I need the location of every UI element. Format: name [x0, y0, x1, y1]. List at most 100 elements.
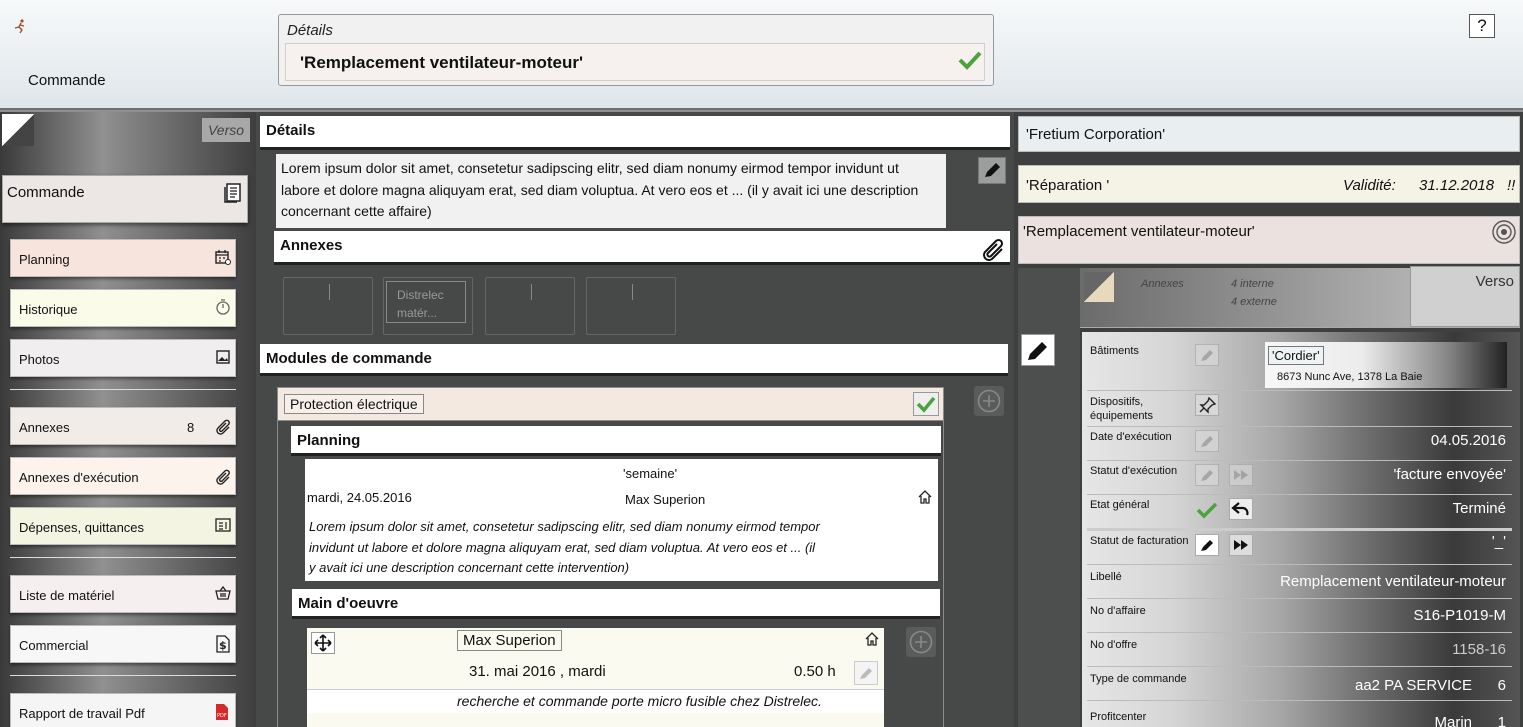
annexes-section-title: Annexes: [280, 237, 343, 254]
annexe-thumbnail[interactable]: [485, 277, 575, 335]
order-type-value: aa2 PA SERVICE: [1354, 677, 1472, 694]
svg-text:PDF: PDF: [217, 713, 227, 719]
module-name[interactable]: Protection électrique: [284, 394, 424, 414]
labour-person[interactable]: Max Superion: [457, 630, 562, 651]
property-label: Libellé: [1090, 571, 1122, 583]
sidebar-item-photos[interactable]: Photos: [10, 339, 236, 377]
property-row-date-execution: Date d'exécution 04.05.2016: [1087, 426, 1512, 460]
planning-section-title: Planning: [297, 432, 361, 449]
paperclip-icon: [215, 467, 233, 485]
dollar-doc-icon: $: [215, 635, 231, 653]
order-type-card[interactable]: 'Réparation ' Validité: 31.12.2018 !!: [1018, 165, 1520, 203]
details-section-header: Détails: [260, 116, 1010, 150]
add-module-button[interactable]: [974, 386, 1004, 416]
annexes-section-header: Annexes: [274, 231, 1010, 265]
sidebar-item-liste-materiel[interactable]: Liste de matériel: [10, 575, 236, 613]
target-icon[interactable]: [1491, 219, 1517, 245]
move-icon[interactable]: [311, 632, 335, 654]
property-row-type-commande: Type de commande aa2 PA SERVICE 6: [1087, 666, 1512, 700]
svg-text:$: $: [219, 639, 227, 652]
property-label: Type de commande: [1090, 673, 1187, 685]
labour-date: 31. mai 2016 , mardi: [469, 663, 606, 680]
module-check-icon[interactable]: [913, 392, 939, 416]
basket-icon: [215, 585, 231, 601]
property-label: Statut d'exécution: [1090, 465, 1178, 477]
edit-status-button[interactable]: [1195, 464, 1219, 486]
sidebar-separator: [10, 557, 236, 558]
edit-building-button[interactable]: [1195, 344, 1219, 366]
details-section-title: Détails: [266, 122, 316, 139]
annexe-thumbnail[interactable]: [283, 277, 373, 335]
commande-card-label: Commande: [7, 184, 85, 201]
edit-order-button[interactable]: [1021, 334, 1055, 366]
annexe-thumbnail[interactable]: [586, 277, 676, 335]
fast-forward-icon[interactable]: [1229, 464, 1253, 486]
planning-week: 'semaine': [623, 466, 678, 481]
annexes-count: 8: [187, 420, 195, 435]
edit-labour-button[interactable]: [854, 661, 878, 685]
sidebar-item-annexes-execution[interactable]: Annexes d'exécution: [10, 457, 236, 495]
stopwatch-icon: [215, 299, 231, 315]
property-row-libelle: Libellé Remplacement ventilateur-moteur: [1087, 564, 1512, 598]
verso-button[interactable]: Verso: [202, 118, 250, 142]
general-state: Terminé: [1452, 500, 1506, 517]
commande-card[interactable]: Commande: [2, 175, 248, 223]
labour-entry[interactable]: Max Superion 31. mai 2016 , mardi 0.50 h…: [307, 628, 884, 727]
property-label: Dispositifs, équipements: [1090, 396, 1153, 422]
affaire-number: S16-P1019-M: [1413, 607, 1506, 624]
edit-billing-button[interactable]: [1195, 534, 1219, 556]
sidebar-item-label: Photos: [19, 352, 60, 367]
details-label: Détails: [287, 22, 333, 39]
building-card[interactable]: 'Cordier' 8673 Nunc Ave, 1378 La Baie: [1265, 342, 1507, 388]
property-row-batiments: Bâtiments 'Cordier' 8673 Nunc Ave, 1378 …: [1087, 338, 1512, 390]
sidebar-item-commercial[interactable]: Commercial $: [10, 625, 236, 663]
runner-logo-icon: [13, 18, 29, 34]
labour-hours: 0.50 h: [794, 663, 836, 680]
paperclip-icon[interactable]: [980, 234, 1008, 262]
planning-section-header: Planning: [291, 426, 941, 456]
undo-icon[interactable]: [1229, 498, 1253, 520]
help-button[interactable]: ?: [1469, 14, 1495, 38]
sidebar-item-label: Rapport de travail Pdf: [19, 706, 145, 721]
order-type-number: 6: [1497, 677, 1506, 694]
sidebar-separator: [10, 675, 236, 676]
property-label: Statut de facturation: [1090, 535, 1189, 547]
property-row-no-offre: No d'offre 1158-16: [1087, 632, 1512, 666]
module-header: Protection électrique: [277, 387, 944, 421]
sidebar-item-rapport-pdf[interactable]: Rapport de travail Pdf PDF: [10, 693, 236, 727]
planning-date: mardi, 24.05.2016: [307, 490, 412, 505]
home-icon: [917, 489, 933, 505]
verso-button[interactable]: Verso: [1410, 266, 1520, 327]
edit-description-button[interactable]: [978, 157, 1006, 184]
sidebar-item-label: Historique: [19, 302, 78, 317]
order-title-card[interactable]: 'Remplacement ventilateur-moteur': [1018, 216, 1520, 264]
company-name: 'Fretium Corporation': [1026, 126, 1166, 143]
planning-description: Lorem ipsum dolor sit amet, consetetur s…: [309, 519, 820, 575]
planning-entry[interactable]: 'semaine' mardi, 24.05.2016 Max Superion…: [305, 459, 938, 581]
annexes-internal: 4 interne: [1231, 278, 1274, 290]
page-flip-corner-icon[interactable]: [1084, 272, 1114, 302]
edit-date-button[interactable]: [1195, 430, 1219, 452]
sidebar-item-label: Planning: [19, 252, 70, 267]
company-card[interactable]: 'Fretium Corporation': [1018, 116, 1520, 152]
order-type: 'Réparation ': [1026, 177, 1110, 194]
add-labour-button[interactable]: [906, 627, 936, 657]
pdf-icon: PDF: [215, 703, 229, 721]
annexe-thumbnail-label: Distrelec matér...: [386, 281, 466, 323]
sidebar-item-annexes[interactable]: Annexes 8: [10, 407, 236, 445]
sidebar-item-planning[interactable]: Planning: [10, 239, 236, 277]
sidebar-item-depenses[interactable]: Dépenses, quittances: [10, 507, 236, 545]
home-icon: [864, 631, 880, 647]
sidebar-item-historique[interactable]: Historique: [10, 289, 236, 327]
sidebar-item-label: Annexes d'exécution: [19, 470, 139, 485]
pin-icon[interactable]: [1195, 394, 1219, 416]
check-icon: [1195, 500, 1219, 520]
billing-status: '_': [1491, 533, 1506, 550]
property-label: No d'affaire: [1090, 605, 1146, 617]
property-label: Profitcenter: [1090, 711, 1147, 723]
details-title: 'Remplacement ventilateur-moteur': [285, 43, 985, 81]
fast-forward-icon[interactable]: [1229, 534, 1253, 556]
check-icon[interactable]: [957, 49, 983, 71]
property-label: No d'offre: [1090, 639, 1138, 651]
page-flip-corner-icon[interactable]: [2, 114, 34, 146]
